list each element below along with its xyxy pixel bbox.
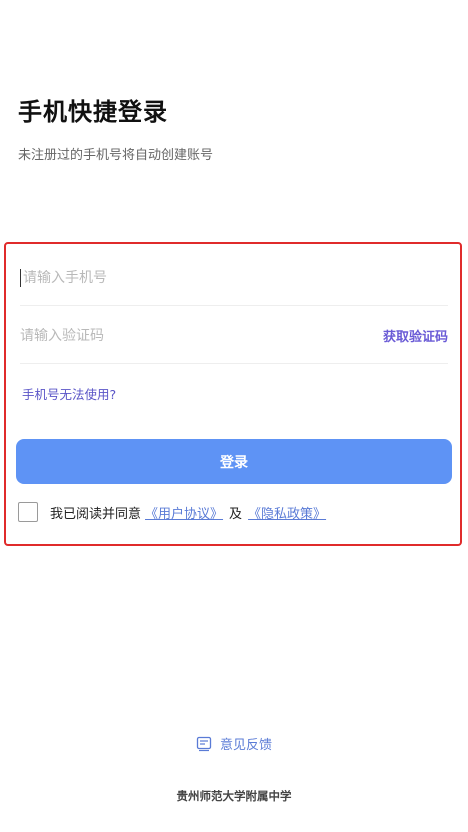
agreement-row: 我已阅读并同意 《用户协议》 及 《隐私政策》 (18, 502, 330, 522)
login-form: 获取验证码 手机号无法使用? 登录 我已阅读并同意 《用户协议》 及 《隐私政策… (4, 242, 462, 546)
phone-unusable-link[interactable]: 手机号无法使用? (22, 384, 116, 403)
text-caret (20, 268, 21, 287)
feedback-icon (196, 736, 212, 751)
feedback-label: 意见反馈 (219, 738, 272, 753)
feedback-button[interactable]: 意见反馈 (0, 734, 468, 753)
page-title: 手机快捷登录 (18, 98, 168, 126)
get-code-button[interactable]: 获取验证码 (383, 326, 448, 345)
phone-field-row (20, 250, 448, 306)
verification-code-input[interactable] (20, 327, 383, 344)
page-subtitle: 未注册过的手机号将自动创建账号 (18, 148, 214, 163)
code-field-row: 获取验证码 (20, 308, 448, 364)
user-agreement-link[interactable]: 《用户协议》 (145, 503, 223, 522)
privacy-policy-link[interactable]: 《隐私政策》 (248, 503, 326, 522)
agreement-checkbox[interactable] (18, 502, 38, 522)
agreement-text: 我已阅读并同意 (50, 506, 142, 522)
phone-input[interactable] (23, 269, 448, 286)
login-button[interactable]: 登录 (16, 439, 452, 484)
footer-school-name: 贵州师范大学附属中学 (176, 789, 292, 803)
and-text: 及 (229, 506, 243, 522)
